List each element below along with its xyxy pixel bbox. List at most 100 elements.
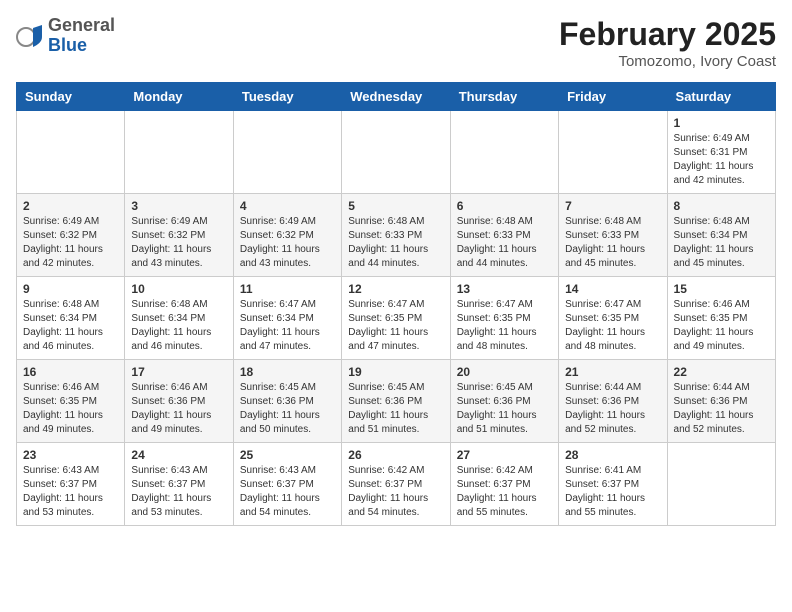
calendar-cell: 21 Sunrise: 6:44 AM Sunset: 6:36 PM Dayli… [559, 360, 667, 443]
month-title: February 2025 [559, 16, 776, 53]
day-info: Sunrise: 6:49 AM Sunset: 6:32 PM Dayligh… [240, 215, 335, 271]
day-number: 17 [131, 365, 226, 379]
calendar: SundayMondayTuesdayWednesdayThursdayFrid… [16, 82, 776, 526]
day-number: 10 [131, 282, 226, 296]
day-info: Sunrise: 6:49 AM Sunset: 6:32 PM Dayligh… [23, 215, 118, 271]
col-header-tuesday: Tuesday [233, 83, 341, 111]
logo: General Blue [16, 16, 115, 56]
logo-blue: Blue [48, 36, 115, 56]
day-info: Sunrise: 6:42 AM Sunset: 6:37 PM Dayligh… [457, 464, 552, 520]
calendar-week-row: 23 Sunrise: 6:43 AM Sunset: 6:37 PM Dayli… [17, 443, 776, 526]
day-number: 12 [348, 282, 443, 296]
day-info: Sunrise: 6:46 AM Sunset: 6:35 PM Dayligh… [23, 381, 118, 437]
calendar-cell: 10Sunrise: 6:48 AM Sunset: 6:34 PM Dayli… [125, 277, 233, 360]
calendar-cell [125, 111, 233, 194]
day-number: 20 [457, 365, 552, 379]
day-info: Sunrise: 6:49 AM Sunset: 6:32 PM Dayligh… [131, 215, 226, 271]
calendar-cell [450, 111, 558, 194]
calendar-cell: 19 Sunrise: 6:45 AM Sunset: 6:36 PM Dayli… [342, 360, 450, 443]
day-number: 2 [23, 199, 118, 213]
day-number: 19 [348, 365, 443, 379]
calendar-cell: 18 Sunrise: 6:45 AM Sunset: 6:36 PM Dayli… [233, 360, 341, 443]
day-info: Sunrise: 6:41 AM Sunset: 6:37 PM Dayligh… [565, 464, 660, 520]
calendar-cell: 23 Sunrise: 6:43 AM Sunset: 6:37 PM Dayli… [17, 443, 125, 526]
day-info: Sunrise: 6:46 AM Sunset: 6:36 PM Dayligh… [131, 381, 226, 437]
calendar-cell: 2 Sunrise: 6:49 AM Sunset: 6:32 PM Daylig… [17, 194, 125, 277]
day-number: 11 [240, 282, 335, 296]
day-number: 24 [131, 448, 226, 462]
calendar-cell: 24 Sunrise: 6:43 AM Sunset: 6:37 PM Dayli… [125, 443, 233, 526]
day-number: 15 [674, 282, 769, 296]
day-number: 8 [674, 199, 769, 213]
day-info: Sunrise: 6:48 AM Sunset: 6:34 PM Dayligh… [674, 215, 769, 271]
day-number: 25 [240, 448, 335, 462]
calendar-cell: 11 Sunrise: 6:47 AM Sunset: 6:34 PM Dayli… [233, 277, 341, 360]
day-number: 18 [240, 365, 335, 379]
day-number: 9 [23, 282, 118, 296]
calendar-cell [233, 111, 341, 194]
day-number: 3 [131, 199, 226, 213]
day-info: Sunrise: 6:45 AM Sunset: 6:36 PM Dayligh… [348, 381, 443, 437]
calendar-cell: 6Sunrise: 6:48 AM Sunset: 6:33 PM Daylig… [450, 194, 558, 277]
calendar-week-row: 2 Sunrise: 6:49 AM Sunset: 6:32 PM Daylig… [17, 194, 776, 277]
day-number: 28 [565, 448, 660, 462]
logo-icon [16, 23, 44, 51]
calendar-cell: 16 Sunrise: 6:46 AM Sunset: 6:35 PM Dayli… [17, 360, 125, 443]
day-info: Sunrise: 6:48 AM Sunset: 6:33 PM Dayligh… [457, 215, 552, 271]
day-number: 4 [240, 199, 335, 213]
calendar-cell: 1Sunrise: 6:49 AM Sunset: 6:31 PM Daylig… [667, 111, 775, 194]
col-header-monday: Monday [125, 83, 233, 111]
calendar-cell: 4 Sunrise: 6:49 AM Sunset: 6:32 PM Daylig… [233, 194, 341, 277]
day-info: Sunrise: 6:46 AM Sunset: 6:35 PM Dayligh… [674, 298, 769, 354]
calendar-cell [559, 111, 667, 194]
calendar-cell: 7Sunrise: 6:48 AM Sunset: 6:33 PM Daylig… [559, 194, 667, 277]
day-number: 27 [457, 448, 552, 462]
calendar-cell: 28 Sunrise: 6:41 AM Sunset: 6:37 PM Dayli… [559, 443, 667, 526]
day-number: 13 [457, 282, 552, 296]
day-info: Sunrise: 6:43 AM Sunset: 6:37 PM Dayligh… [23, 464, 118, 520]
calendar-cell [667, 443, 775, 526]
col-header-thursday: Thursday [450, 83, 558, 111]
col-header-wednesday: Wednesday [342, 83, 450, 111]
location: Tomozomo, Ivory Coast [559, 53, 776, 70]
calendar-cell: 27 Sunrise: 6:42 AM Sunset: 6:37 PM Dayli… [450, 443, 558, 526]
calendar-cell: 3 Sunrise: 6:49 AM Sunset: 6:32 PM Daylig… [125, 194, 233, 277]
day-info: Sunrise: 6:44 AM Sunset: 6:36 PM Dayligh… [565, 381, 660, 437]
title-block: February 2025 Tomozomo, Ivory Coast [559, 16, 776, 70]
calendar-week-row: 16 Sunrise: 6:46 AM Sunset: 6:35 PM Dayli… [17, 360, 776, 443]
day-number: 5 [348, 199, 443, 213]
calendar-cell: 12 Sunrise: 6:47 AM Sunset: 6:35 PM Dayli… [342, 277, 450, 360]
day-info: Sunrise: 6:47 AM Sunset: 6:34 PM Dayligh… [240, 298, 335, 354]
calendar-cell [17, 111, 125, 194]
calendar-cell: 8 Sunrise: 6:48 AM Sunset: 6:34 PM Daylig… [667, 194, 775, 277]
calendar-week-row: 1Sunrise: 6:49 AM Sunset: 6:31 PM Daylig… [17, 111, 776, 194]
logo-text: General Blue [48, 16, 115, 56]
day-number: 16 [23, 365, 118, 379]
col-header-saturday: Saturday [667, 83, 775, 111]
day-number: 7 [565, 199, 660, 213]
day-info: Sunrise: 6:43 AM Sunset: 6:37 PM Dayligh… [240, 464, 335, 520]
calendar-cell: 26 Sunrise: 6:42 AM Sunset: 6:37 PM Dayli… [342, 443, 450, 526]
day-info: Sunrise: 6:47 AM Sunset: 6:35 PM Dayligh… [565, 298, 660, 354]
calendar-header-row: SundayMondayTuesdayWednesdayThursdayFrid… [17, 83, 776, 111]
day-number: 23 [23, 448, 118, 462]
day-info: Sunrise: 6:48 AM Sunset: 6:34 PM Dayligh… [23, 298, 118, 354]
day-info: Sunrise: 6:43 AM Sunset: 6:37 PM Dayligh… [131, 464, 226, 520]
day-number: 26 [348, 448, 443, 462]
day-info: Sunrise: 6:45 AM Sunset: 6:36 PM Dayligh… [457, 381, 552, 437]
col-header-friday: Friday [559, 83, 667, 111]
calendar-cell: 13 Sunrise: 6:47 AM Sunset: 6:35 PM Dayli… [450, 277, 558, 360]
calendar-cell: 22Sunrise: 6:44 AM Sunset: 6:36 PM Dayli… [667, 360, 775, 443]
day-info: Sunrise: 6:45 AM Sunset: 6:36 PM Dayligh… [240, 381, 335, 437]
logo-general: General [48, 16, 115, 36]
calendar-cell: 17 Sunrise: 6:46 AM Sunset: 6:36 PM Dayli… [125, 360, 233, 443]
day-info: Sunrise: 6:42 AM Sunset: 6:37 PM Dayligh… [348, 464, 443, 520]
calendar-week-row: 9 Sunrise: 6:48 AM Sunset: 6:34 PM Daylig… [17, 277, 776, 360]
calendar-cell: 9 Sunrise: 6:48 AM Sunset: 6:34 PM Daylig… [17, 277, 125, 360]
calendar-cell [342, 111, 450, 194]
day-number: 21 [565, 365, 660, 379]
day-info: Sunrise: 6:47 AM Sunset: 6:35 PM Dayligh… [457, 298, 552, 354]
day-info: Sunrise: 6:47 AM Sunset: 6:35 PM Dayligh… [348, 298, 443, 354]
day-info: Sunrise: 6:49 AM Sunset: 6:31 PM Dayligh… [674, 132, 769, 188]
calendar-cell: 15 Sunrise: 6:46 AM Sunset: 6:35 PM Dayli… [667, 277, 775, 360]
